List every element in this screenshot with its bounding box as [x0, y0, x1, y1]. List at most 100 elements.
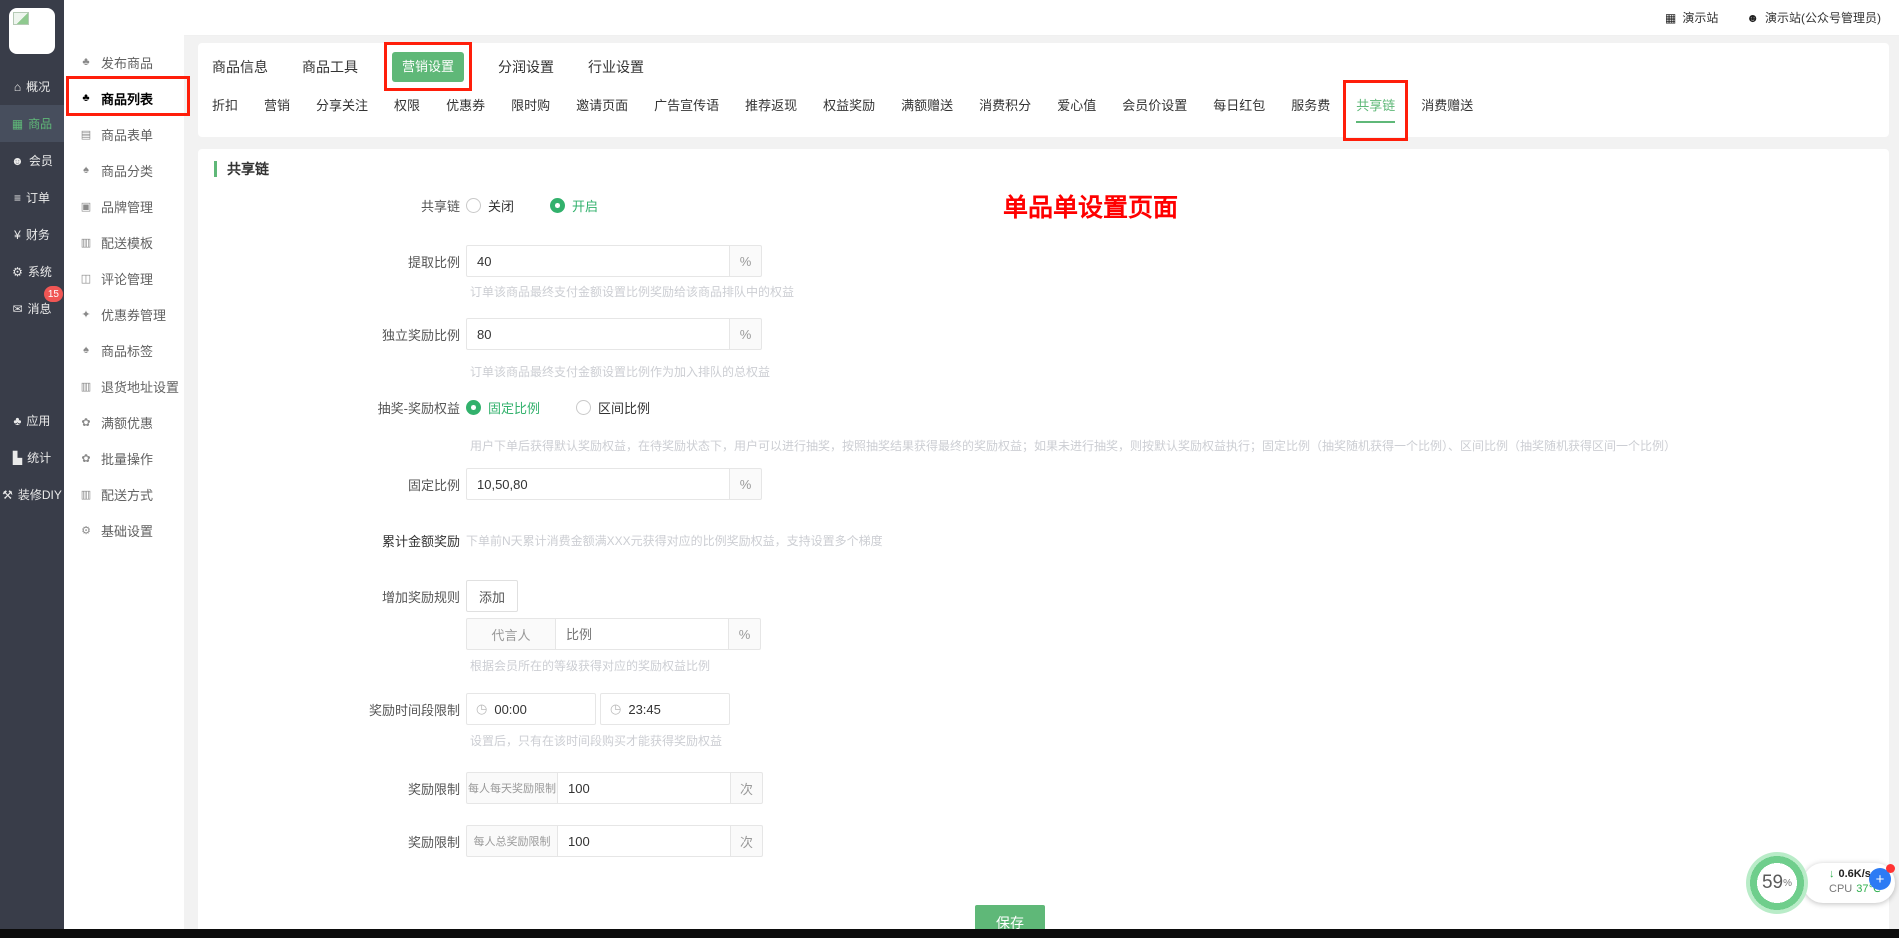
- sidebar-item-label: 批量操作: [101, 449, 153, 468]
- sidebar-item-full-discount[interactable]: ✿满额优惠: [64, 404, 184, 440]
- subtab-coupon[interactable]: 优惠券: [446, 95, 485, 121]
- percent-suffix: %: [730, 245, 762, 277]
- rail-item-orders[interactable]: ≡订单: [0, 179, 64, 216]
- time-start-picker[interactable]: ◷: [466, 693, 596, 725]
- sidebar-item-label: 基础设置: [101, 521, 153, 540]
- time-start-input[interactable]: [494, 702, 564, 717]
- rail-item-label: 应用: [26, 412, 50, 429]
- extract-ratio-row: 提取比例 %: [198, 245, 762, 277]
- orders-icon: ≡: [14, 192, 21, 204]
- sidebar-item-return-address-settings[interactable]: ▥退货地址设置: [64, 368, 184, 404]
- subtab-marketing[interactable]: 营销: [264, 95, 290, 121]
- site-logo[interactable]: [9, 8, 55, 54]
- subtab-full-amount-gift[interactable]: 满额赠送: [901, 95, 953, 121]
- members-icon: ☻: [11, 155, 24, 167]
- fixed-ratio-input[interactable]: [466, 468, 730, 500]
- admin-account[interactable]: ☻演示站(公众号管理员): [1746, 9, 1881, 26]
- extract-ratio-input[interactable]: [466, 245, 730, 277]
- rail-item-decorate-diy[interactable]: ⚒装修DIY: [0, 476, 64, 513]
- gear-icon: ⚙: [79, 524, 93, 537]
- subtab-flash-sale[interactable]: 限时购: [511, 95, 550, 121]
- tab-industry-settings[interactable]: 行业设置: [588, 57, 644, 77]
- rail-item-messages[interactable]: ✉消息15: [0, 290, 64, 327]
- radio-range-ratio[interactable]: 区间比例: [576, 398, 650, 417]
- subtab-share-chain[interactable]: 共享链: [1356, 95, 1395, 123]
- add-rule-button[interactable]: 添加: [466, 580, 518, 612]
- sidebar-item-publish-goods[interactable]: ♣ 发布商品: [64, 44, 184, 80]
- share-chain-panel: 共享链 共享链 关闭 开启 提取比例 % 订单该商品最终支付金额设置比例奖励给该…: [198, 149, 1889, 938]
- sidebar-item-delivery-method[interactable]: ▥配送方式: [64, 476, 184, 512]
- rail-item-members[interactable]: ☻会员: [0, 142, 64, 179]
- spokesperson-ratio-input[interactable]: [555, 618, 729, 650]
- subtab-benefit-reward[interactable]: 权益奖励: [823, 95, 875, 121]
- extract-ratio-help: 订单该商品最终支付金额设置比例奖励给该商品排队中的权益: [470, 283, 794, 300]
- sidebar-item-goods-category[interactable]: ♠商品分类: [64, 152, 184, 188]
- left-rail: ⌂概况 ▦商品 ☻会员 ≡订单 ¥财务 ⚙系统 ✉消息15 ♣应用 ▙统计 ⚒装…: [0, 0, 64, 938]
- field-label: 奖励时间段限制: [198, 700, 460, 719]
- finance-icon: ¥: [14, 229, 21, 241]
- cpu-label: CPU: [1829, 882, 1852, 897]
- rail-item-apps[interactable]: ♣应用: [0, 402, 64, 439]
- annotation-text: 单品单设置页面: [1003, 188, 1178, 224]
- sidebar-item-goods-tags[interactable]: ♠商品标签: [64, 332, 184, 368]
- dashboard-icon: ⌂: [14, 81, 21, 93]
- reward-time-range-row: 奖励时间段限制 ◷ ◷: [198, 693, 734, 725]
- subtab-share-follow[interactable]: 分享关注: [316, 95, 368, 121]
- site-switcher[interactable]: ▦演示站: [1665, 9, 1718, 26]
- field-label: 独立奖励比例: [198, 325, 460, 344]
- memory-percent: 59: [1762, 872, 1783, 894]
- tab-goods-tools[interactable]: 商品工具: [302, 57, 358, 77]
- sidebar-item-label: 发布商品: [101, 53, 153, 72]
- topbar: ▦演示站 ☻演示站(公众号管理员): [184, 0, 1899, 36]
- rail-item-label: 消息: [28, 300, 52, 317]
- sidebar-item-batch-operations[interactable]: ✿批量操作: [64, 440, 184, 476]
- fixed-ratio-row: 固定比例 %: [198, 468, 762, 500]
- rail-item-finance[interactable]: ¥财务: [0, 216, 64, 253]
- radio-label: 固定比例: [488, 398, 540, 417]
- total-limit-input[interactable]: [557, 825, 731, 857]
- cluster-icon: ♣: [79, 56, 93, 68]
- sidebar-item-delivery-template[interactable]: ▥配送模板: [64, 224, 184, 260]
- sidebar-item-comment-management[interactable]: ◫评论管理: [64, 260, 184, 296]
- radio-share-chain-on[interactable]: 开启: [550, 196, 598, 215]
- share-chain-toggle-row: 共享链 关闭 开启: [198, 196, 634, 215]
- message-icon: ✉: [12, 303, 22, 315]
- radio-fixed-ratio[interactable]: 固定比例: [466, 398, 540, 417]
- subtab-love-value[interactable]: 爱心值: [1057, 95, 1096, 121]
- radio-checked-icon: [550, 198, 565, 213]
- tree-icon: ♠: [79, 344, 93, 356]
- rail-item-statistics[interactable]: ▙统计: [0, 439, 64, 476]
- sidebar-item-brand-management[interactable]: ▣品牌管理: [64, 188, 184, 224]
- sidebar-item-basic-settings[interactable]: ⚙ 基础设置: [64, 512, 184, 548]
- time-end-picker[interactable]: ◷: [600, 693, 730, 725]
- tab-profit-settings[interactable]: 分润设置: [498, 57, 554, 77]
- rail-item-goods[interactable]: ▦商品: [0, 105, 64, 142]
- daily-limit-input[interactable]: [557, 772, 731, 804]
- tab-goods-info[interactable]: 商品信息: [212, 57, 268, 77]
- subtab-service-fee[interactable]: 服务费: [1291, 95, 1330, 121]
- subtab-recommend-cashback[interactable]: 推荐返现: [745, 95, 797, 121]
- memory-usage-gauge[interactable]: 59%: [1746, 852, 1808, 914]
- subtab-ad-slogan[interactable]: 广告宣传语: [654, 95, 719, 121]
- subtab-daily-redpacket[interactable]: 每日红包: [1213, 95, 1265, 121]
- sidebar-item-coupon-management[interactable]: ✦优惠券管理: [64, 296, 184, 332]
- subtab-consume-points[interactable]: 消费积分: [979, 95, 1031, 121]
- subtab-permissions[interactable]: 权限: [394, 95, 420, 121]
- subtab-consume-gift[interactable]: 消费赠送: [1421, 95, 1473, 121]
- daily-limit-prefix: 每人每天奖励限制: [466, 772, 558, 804]
- tab-label: 营销设置: [402, 59, 454, 74]
- radio-share-chain-off[interactable]: 关闭: [466, 196, 514, 215]
- download-speed: 0.6K/s: [1839, 867, 1871, 882]
- sidebar-item-goods-form[interactable]: ▤商品表单: [64, 116, 184, 152]
- independent-reward-input[interactable]: [466, 318, 730, 350]
- rail-item-overview[interactable]: ⌂概况: [0, 68, 64, 105]
- radio-label: 关闭: [488, 196, 514, 215]
- subtab-member-price[interactable]: 会员价设置: [1122, 95, 1187, 121]
- tab-marketing-settings[interactable]: 营销设置: [392, 52, 464, 82]
- subtab-invite-page[interactable]: 邀请页面: [576, 95, 628, 121]
- truck-icon: ▥: [79, 380, 93, 393]
- time-end-input[interactable]: [628, 702, 698, 717]
- sidebar-item-goods-list[interactable]: ♣商品列表: [64, 80, 184, 116]
- subtab-discount[interactable]: 折扣: [212, 95, 238, 121]
- rail-item-system[interactable]: ⚙系统: [0, 253, 64, 290]
